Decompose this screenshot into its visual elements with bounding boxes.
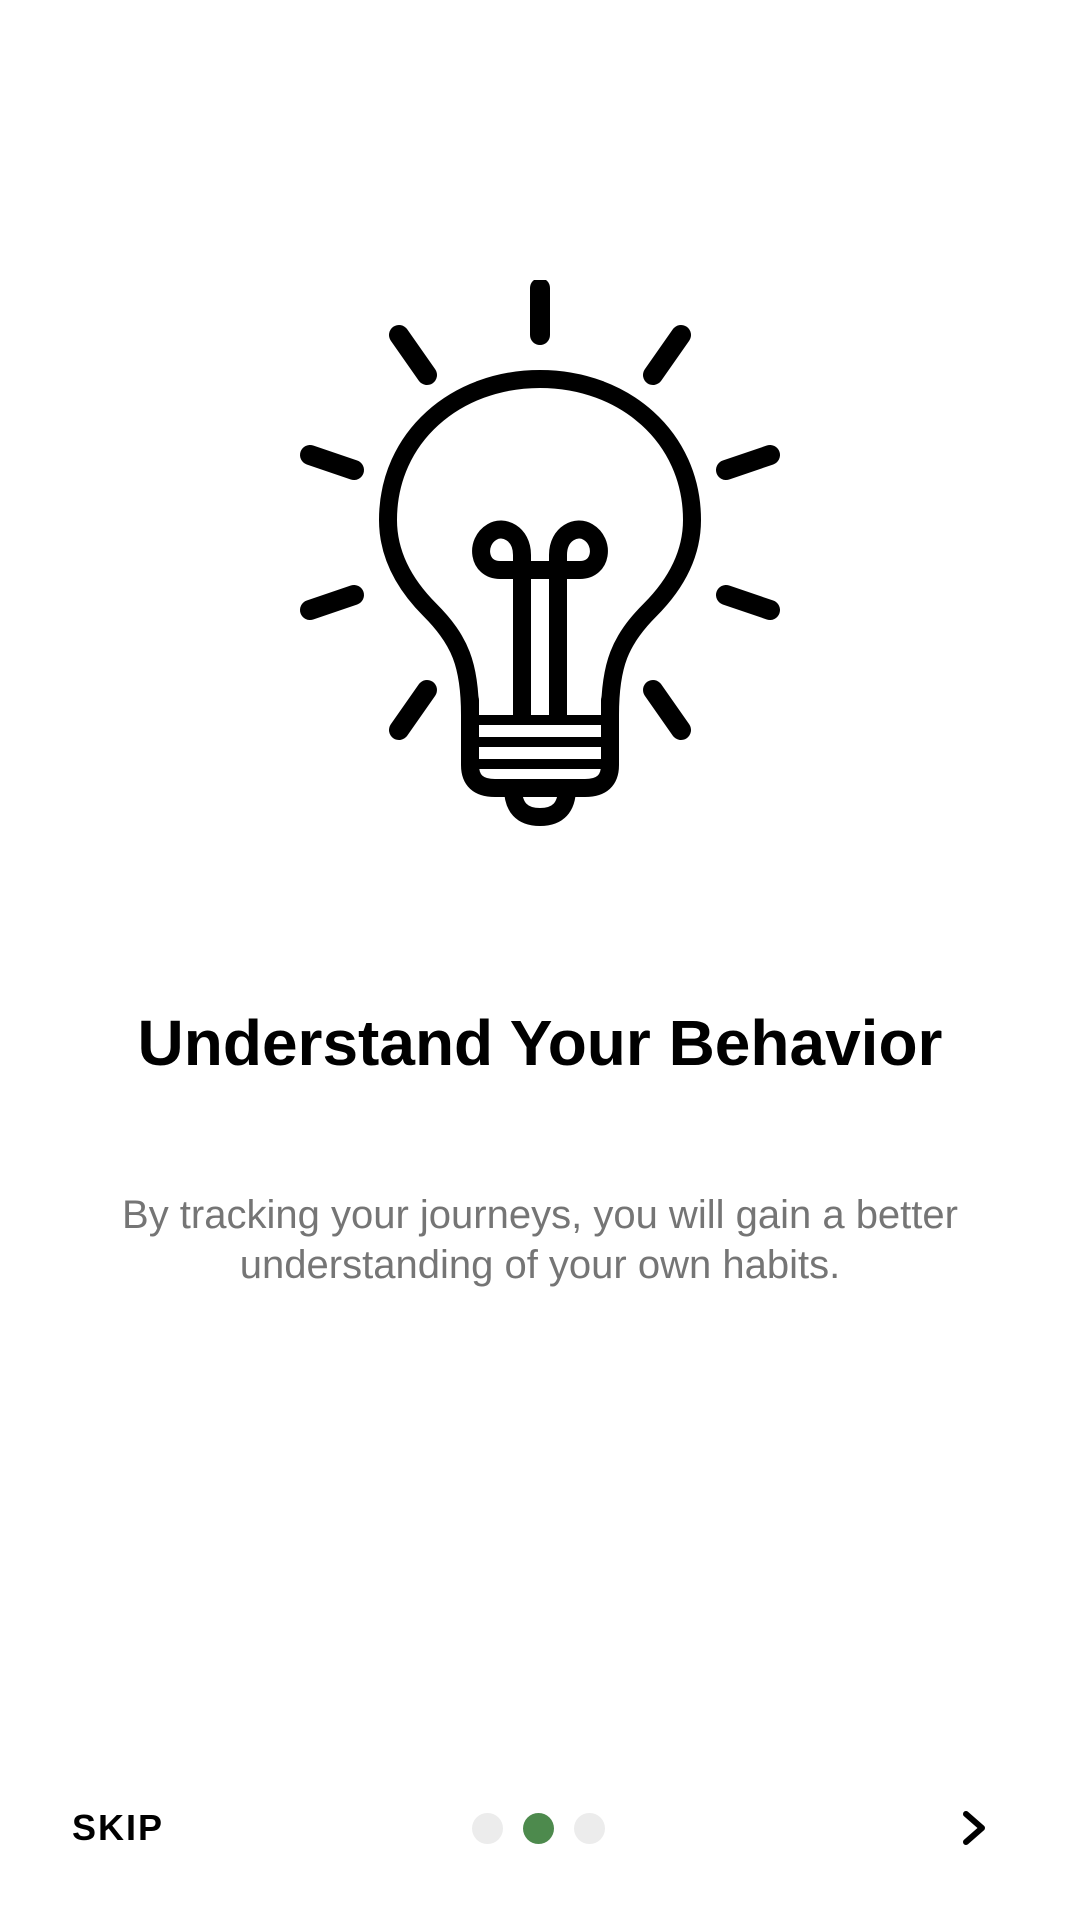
next-button[interactable] (936, 1790, 1012, 1866)
page-indicator-dot-active (523, 1812, 554, 1844)
lightbulb-icon (295, 278, 785, 830)
bottom-navigation-bar: SKIP (0, 1790, 1080, 1866)
page-indicator (472, 1812, 605, 1844)
page-description: By tracking your journeys, you will gain… (122, 1193, 958, 1287)
onboarding-screen: Understand Your Behavior By tracking you… (0, 0, 1080, 1920)
page-indicator-dot (574, 1812, 605, 1844)
chevron-right-icon (963, 1811, 985, 1845)
page-title: Understand Your Behavior (137, 1007, 943, 1079)
page-indicator-dot (472, 1812, 503, 1844)
skip-button[interactable]: SKIP (52, 1790, 184, 1866)
